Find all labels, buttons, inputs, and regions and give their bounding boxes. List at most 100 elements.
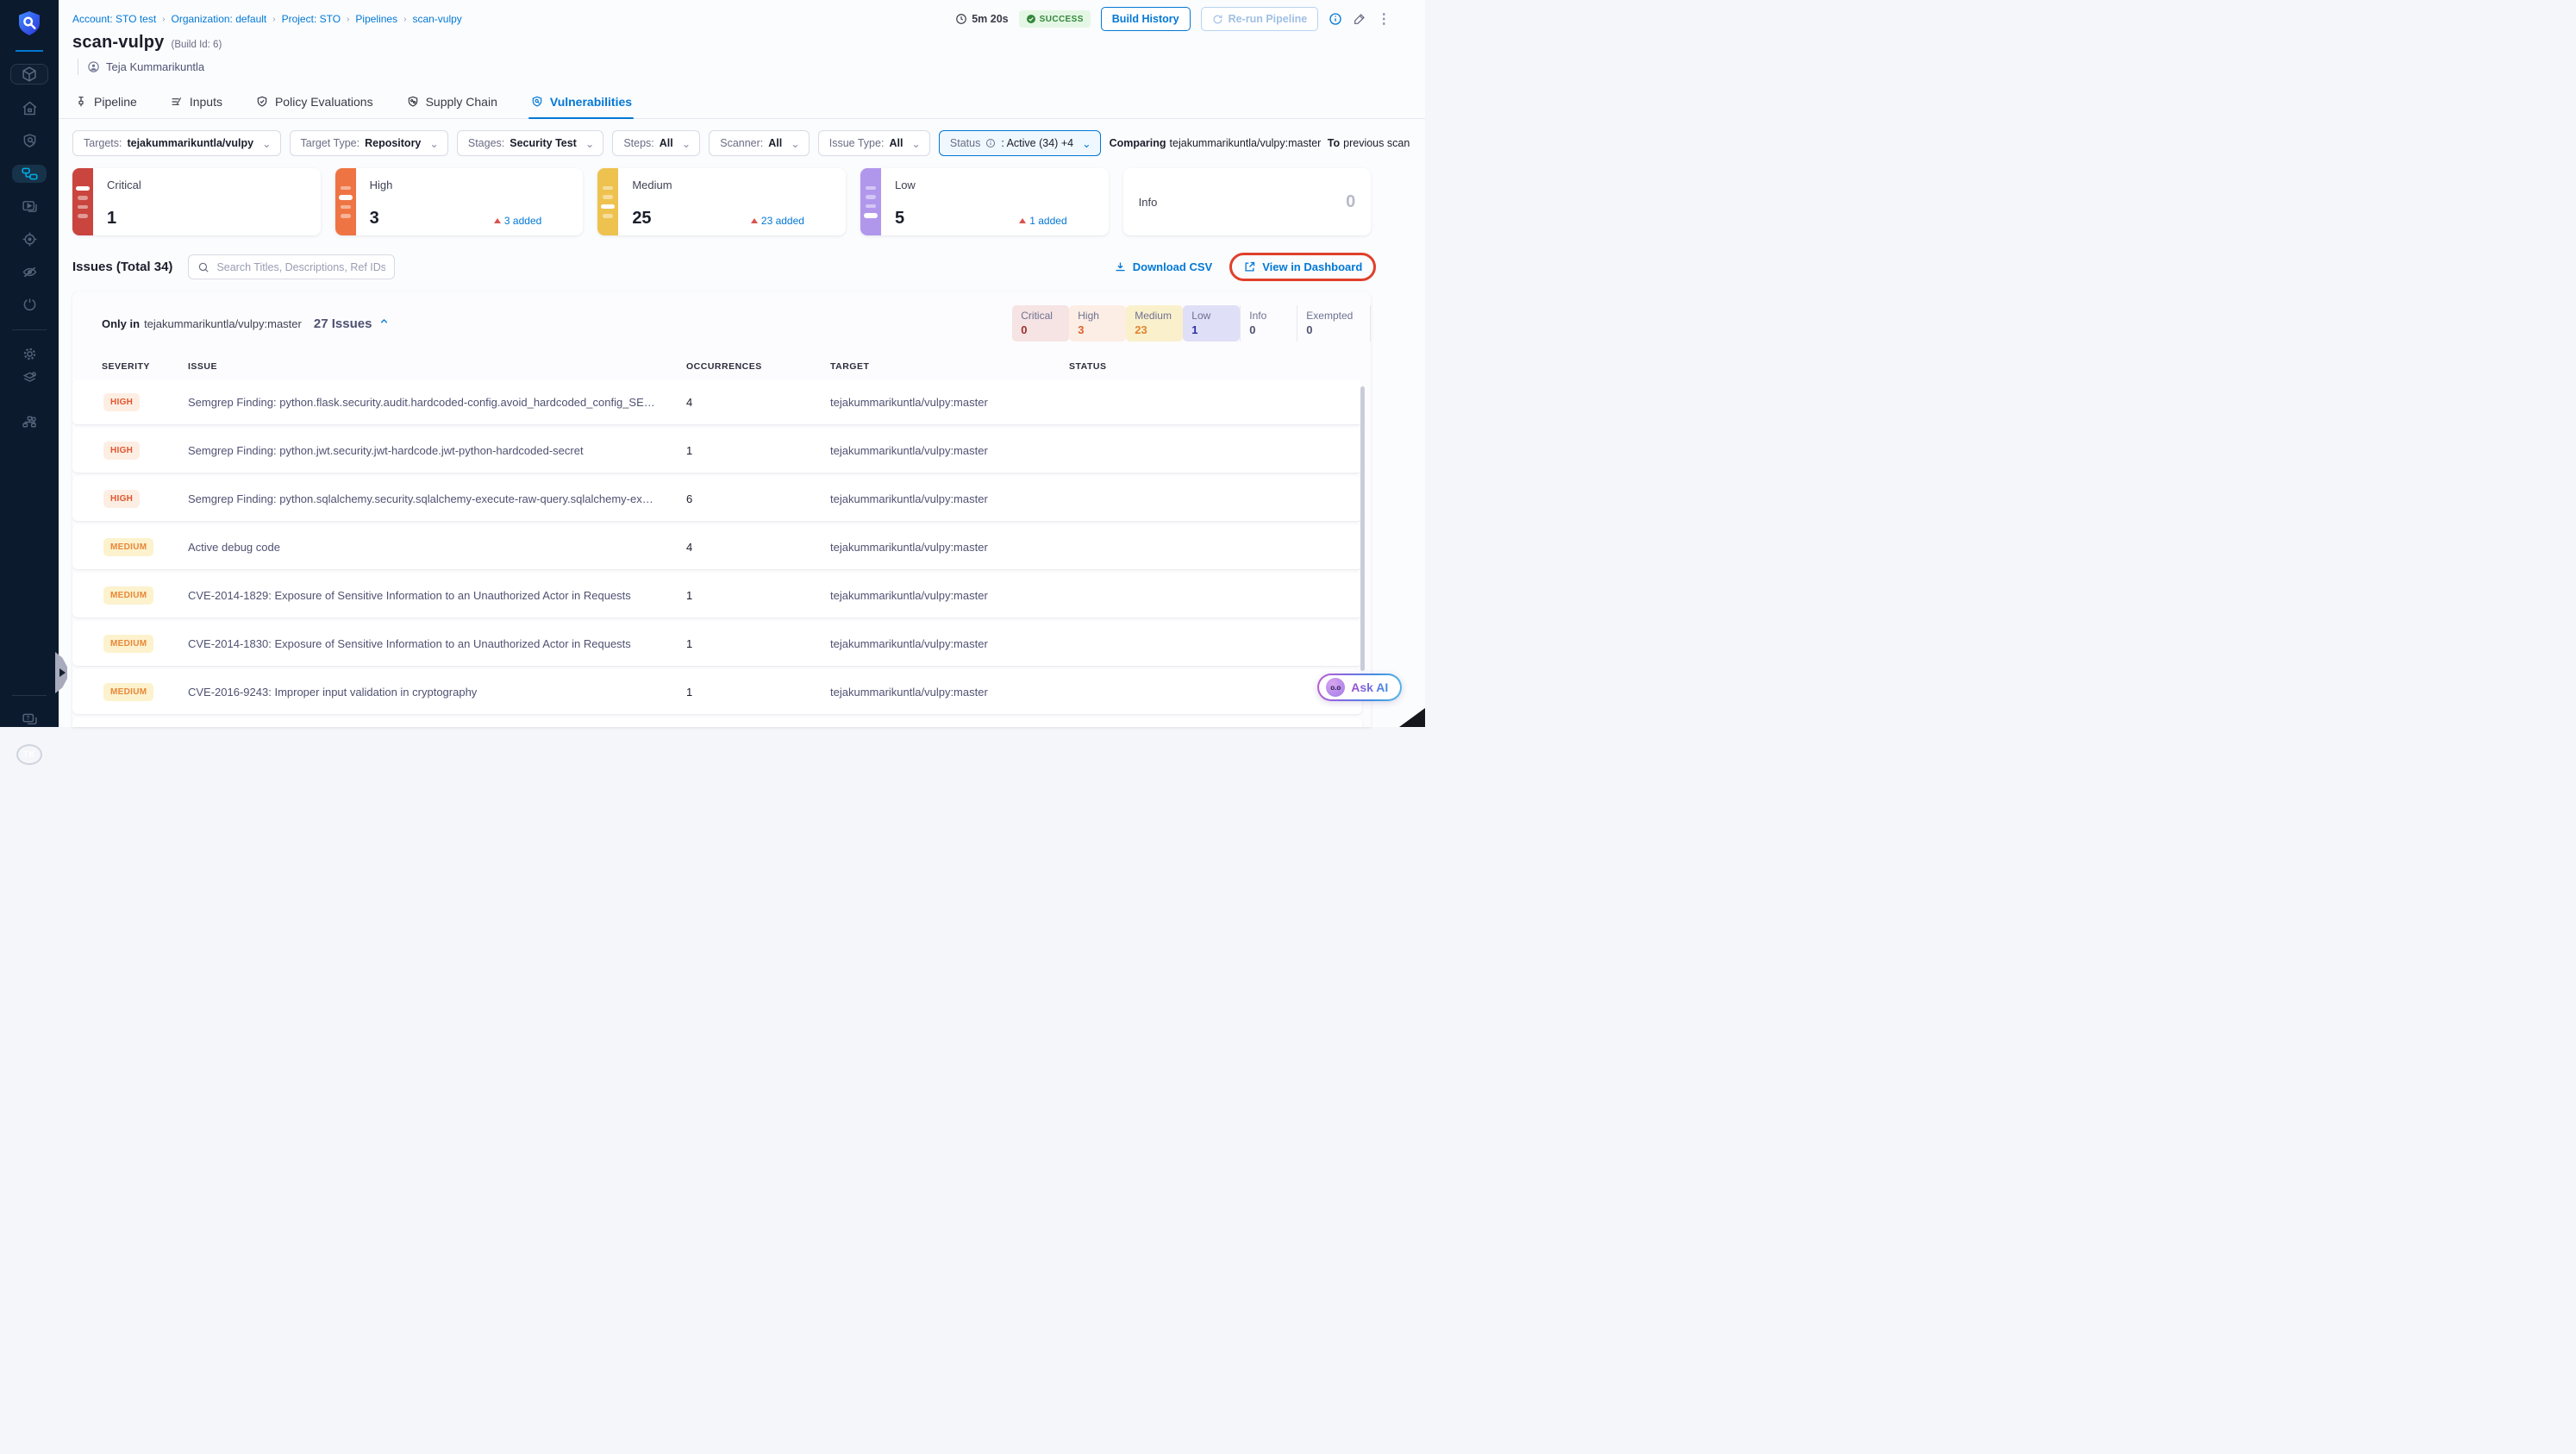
filter-steps[interactable]: Steps: All ⌄ (612, 130, 701, 156)
chip-medium[interactable]: Medium 23 (1126, 305, 1184, 342)
chip-critical[interactable]: Critical 0 (1012, 305, 1070, 342)
nav-overview[interactable] (12, 132, 47, 150)
filters-bar: Targets: tejakummarikuntla/vulpy ⌄ Target… (59, 119, 1425, 156)
nav-default-settings[interactable] (12, 363, 47, 392)
severity-badge: MEDIUM (103, 537, 154, 556)
user-avatar[interactable]: TK (16, 744, 42, 765)
table-row[interactable]: MEDIUM Active debug code 4 tejakummariku… (72, 524, 1363, 569)
filter-targets[interactable]: Targets: tejakummarikuntla/vulpy ⌄ (72, 130, 281, 156)
high-added-link[interactable]: 3 added (493, 215, 541, 227)
medium-card[interactable]: Medium 25 23 added (597, 168, 846, 235)
tab-pipeline[interactable]: Pipeline (72, 87, 139, 118)
search-input[interactable] (216, 260, 386, 273)
chip-high[interactable]: High 3 (1069, 305, 1127, 342)
nav-targets[interactable] (12, 230, 47, 248)
check-circle-icon (1026, 15, 1035, 23)
chevron-down-icon: ⌄ (791, 137, 800, 150)
issues-search[interactable] (188, 254, 396, 279)
severity-badge: HIGH (103, 489, 141, 508)
tab-bar: Pipeline Inputs Policy Evaluations Suppl… (59, 87, 1426, 119)
view-in-dashboard-button[interactable]: View in Dashboard (1243, 260, 1362, 273)
cursor-artifact (1399, 708, 1426, 727)
ask-ai-button[interactable]: Ask AI (1317, 674, 1402, 701)
info-count: 0 (1346, 191, 1356, 211)
issues-table-body: HIGH Semgrep Finding: python.flask.secur… (72, 378, 1371, 727)
medium-severity-bar-icon (597, 168, 619, 235)
target-crosshair-icon (22, 232, 36, 247)
harness-sto-logo[interactable] (16, 9, 43, 52)
kebab-menu-icon[interactable]: ⋮ (1377, 10, 1391, 28)
severity-badge: MEDIUM (103, 682, 154, 701)
tab-vulnerabilities[interactable]: Vulnerabilities (528, 87, 635, 119)
svg-text:?: ? (26, 716, 29, 722)
shield-magnifier-logo-icon (19, 11, 40, 35)
nav-home[interactable] (12, 99, 47, 117)
triangle-up-icon (493, 218, 501, 223)
hierarchy-gear-icon (22, 416, 36, 427)
build-duration: 5m 20s (955, 13, 1009, 25)
ai-bot-icon (1326, 678, 1346, 697)
info-card[interactable]: Info 0 (1122, 168, 1372, 235)
chip-exempted[interactable]: Exempted 0 (1297, 305, 1372, 342)
filter-issue-type[interactable]: Issue Type: All ⌄ (817, 130, 930, 156)
tab-supply-chain[interactable]: Supply Chain (404, 87, 499, 118)
chevron-down-icon: ⌄ (429, 137, 439, 150)
table-row[interactable]: MEDIUM CVE-2014-1829: Exposure of Sensit… (72, 573, 1363, 617)
nav-executions[interactable] (12, 197, 47, 216)
triangle-up-icon (750, 218, 758, 223)
nav-token-usage[interactable] (12, 296, 47, 314)
breadcrumb-account[interactable]: Account: STO test (72, 13, 156, 25)
severity-summary-cards: Critical 1 High 3 3 added Medium 25 23 a… (72, 168, 1372, 235)
group-issue-count: 27 Issues (313, 316, 372, 331)
filter-stages[interactable]: Stages: Security Test ⌄ (456, 130, 604, 156)
critical-card[interactable]: Critical 1 (72, 168, 321, 235)
low-added-link[interactable]: 1 added (1019, 215, 1067, 227)
main-content: Account: STO test › Organization: default… (59, 0, 1426, 727)
tab-policy-evaluations[interactable]: Policy Evaluations (253, 87, 375, 118)
table-row[interactable]: MEDIUM (72, 718, 1363, 727)
nav-pipelines[interactable] (12, 165, 47, 183)
high-card[interactable]: High 3 3 added (335, 168, 584, 235)
executions-play-icon (22, 201, 37, 212)
chip-info[interactable]: Info 0 (1240, 305, 1297, 342)
breadcrumb-pipelines[interactable]: Pipelines (355, 13, 397, 25)
table-row[interactable]: HIGH Semgrep Finding: python.jwt.securit… (72, 428, 1363, 473)
low-severity-bar-icon (860, 168, 881, 235)
filter-scanner[interactable]: Scanner: All ⌄ (709, 130, 810, 156)
filter-target-type[interactable]: Target Type: Repository ⌄ (289, 130, 448, 156)
medium-added-link[interactable]: 23 added (750, 215, 804, 227)
chip-low[interactable]: Low 1 (1183, 305, 1241, 342)
status-badge: SUCCESS (1018, 10, 1091, 28)
filter-status[interactable]: Status : Active (34) +4 ⌄ (938, 130, 1101, 156)
table-row[interactable]: MEDIUM CVE-2016-9243: Improper input val… (72, 669, 1363, 714)
low-card[interactable]: Low 5 1 added (860, 168, 1109, 235)
inputs-tab-icon (172, 97, 181, 105)
external-link-icon (1245, 261, 1255, 272)
vertical-scrollbar[interactable] (1360, 386, 1366, 671)
chevron-right-icon: › (403, 14, 407, 24)
nav-settings[interactable] (12, 345, 47, 363)
pipelines-icon (21, 167, 38, 180)
clock-icon (956, 14, 967, 24)
module-switcher[interactable] (10, 64, 48, 85)
breadcrumb-current[interactable]: scan-vulpy (412, 13, 461, 25)
nav-help[interactable]: ? (12, 705, 47, 734)
page-title: scan-vulpy (72, 33, 165, 52)
chevron-right-icon: › (272, 14, 276, 24)
breadcrumb-organization[interactable]: Organization: default (172, 13, 267, 25)
table-row[interactable]: MEDIUM CVE-2014-1830: Exposure of Sensit… (72, 621, 1363, 666)
edit-pencil-icon[interactable] (1353, 12, 1366, 26)
download-icon (1116, 262, 1125, 272)
download-csv-button[interactable]: Download CSV (1114, 260, 1212, 273)
nav-org-settings[interactable] (12, 407, 47, 436)
tab-inputs[interactable]: Inputs (168, 87, 224, 118)
info-icon[interactable] (1329, 12, 1342, 26)
nav-exemptions[interactable] (12, 263, 47, 281)
table-row[interactable]: HIGH Semgrep Finding: python.flask.secur… (72, 379, 1363, 424)
table-row[interactable]: HIGH Semgrep Finding: python.sqlalchemy.… (72, 476, 1363, 521)
build-id-label: (Build Id: 6) (171, 40, 222, 50)
comparing-label: Comparing tejakummarikuntla/vulpy:master … (1109, 137, 1410, 149)
search-icon (199, 262, 209, 273)
breadcrumb-project[interactable]: Project: STO (282, 13, 341, 25)
collapse-chevron-up-icon[interactable] (378, 316, 390, 331)
